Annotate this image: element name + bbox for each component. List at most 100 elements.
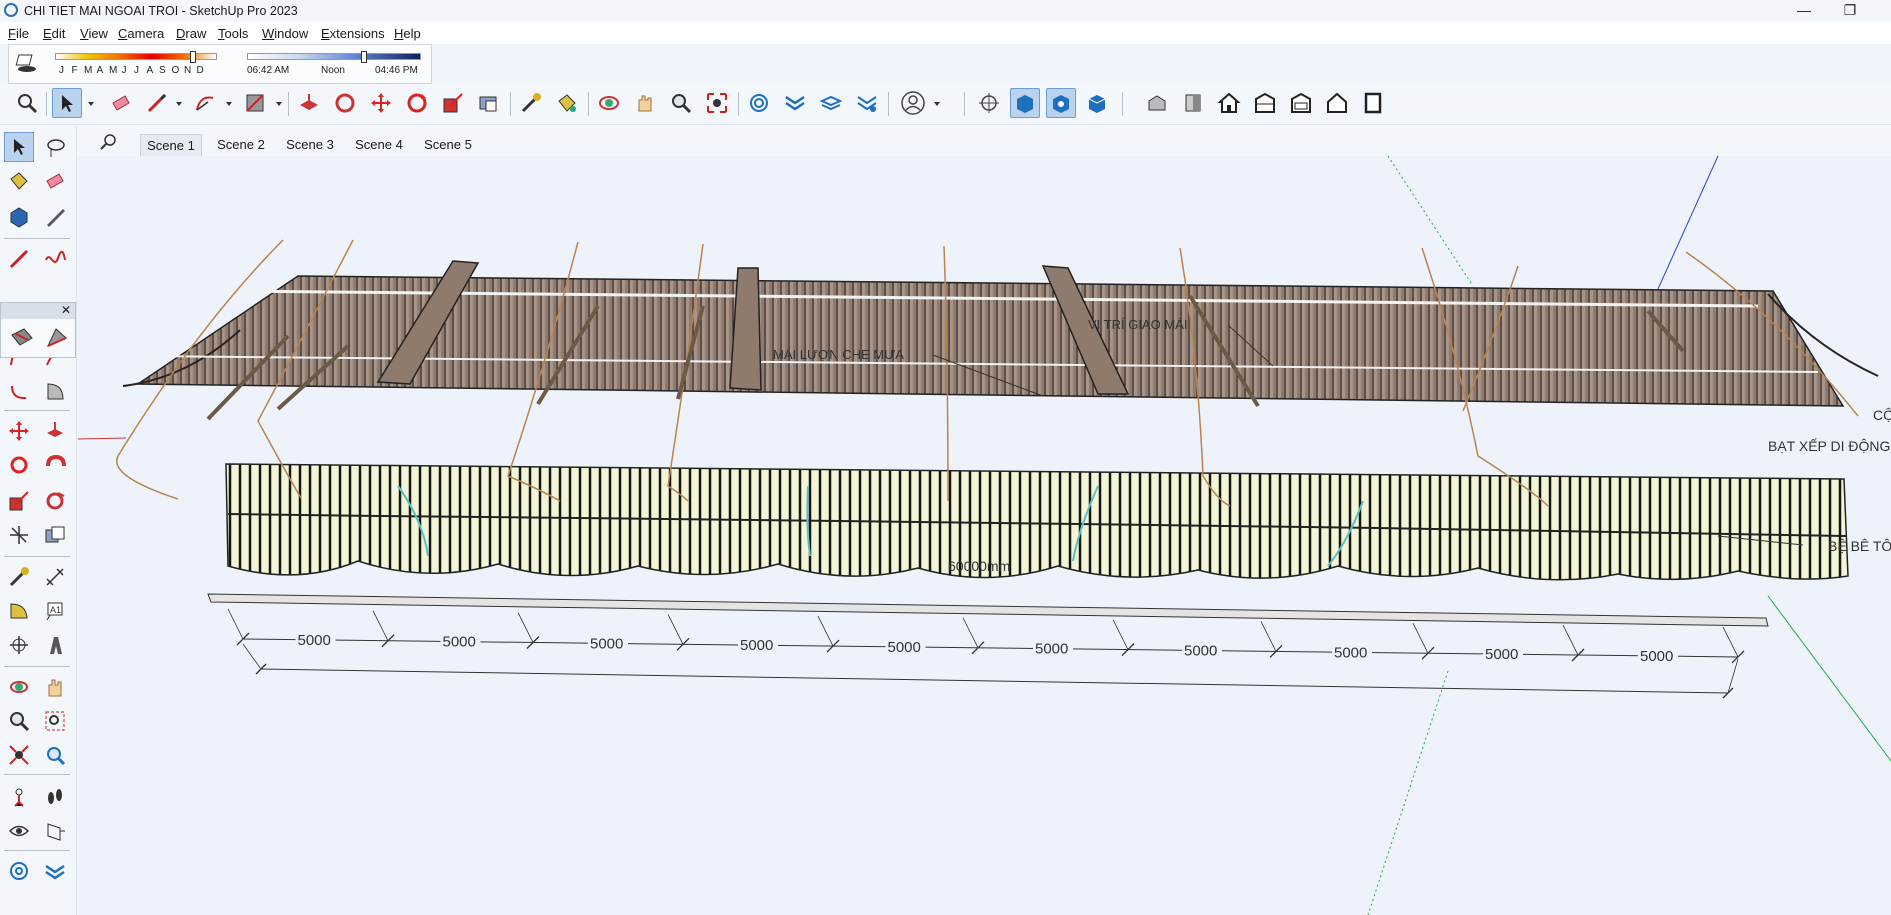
time-slider[interactable] [247, 51, 421, 63]
select-icon[interactable] [4, 132, 34, 162]
scene-tab-1[interactable]: Scene 1 [140, 134, 202, 157]
scene-tab-3[interactable]: Scene 3 [279, 134, 341, 156]
eraser-icon[interactable] [40, 166, 70, 196]
tag-tool-icon[interactable] [40, 202, 70, 232]
minimize-button[interactable]: — [1781, 0, 1827, 22]
menu-camera[interactable]: Camera [118, 26, 164, 41]
push-pull-icon[interactable] [40, 416, 70, 446]
scale-icon[interactable] [4, 486, 34, 516]
bottom-view-icon[interactable] [1358, 88, 1388, 118]
line-tool-icon[interactable] [142, 88, 172, 118]
follow-me-icon[interactable] [40, 450, 70, 480]
orbit-icon[interactable] [594, 88, 624, 118]
orbit-icon[interactable] [4, 672, 34, 702]
month-slider[interactable] [55, 51, 217, 63]
right-view-icon[interactable] [1250, 88, 1280, 118]
3d-text-icon[interactable] [40, 630, 70, 660]
rotate-icon[interactable] [402, 88, 432, 118]
menu-window[interactable]: Window [262, 26, 308, 41]
position-camera-icon[interactable] [4, 782, 34, 812]
display-section-fill-icon[interactable] [1082, 88, 1112, 118]
display-section-cuts-icon[interactable] [1046, 88, 1076, 118]
top-view-icon[interactable] [1178, 88, 1208, 118]
paint-bucket-icon[interactable] [552, 88, 582, 118]
offset-icon[interactable] [474, 88, 504, 118]
scene-search-icon[interactable] [98, 132, 120, 154]
scene-tab-2[interactable]: Scene 2 [210, 134, 272, 156]
eraser-icon[interactable] [106, 88, 136, 118]
menu-tools[interactable]: Tools [218, 26, 248, 41]
scene-tab-4[interactable]: Scene 4 [348, 134, 410, 156]
tape-measure-icon[interactable] [516, 88, 546, 118]
menu-file[interactable]: File [8, 26, 29, 41]
extension-manager-icon[interactable] [852, 88, 882, 118]
warehouse-icon[interactable] [4, 856, 34, 886]
rotate-icon[interactable] [4, 450, 34, 480]
solid-tools-icon[interactable] [40, 520, 70, 550]
menu-draw[interactable]: Draw [176, 26, 206, 41]
warehouse-icon[interactable] [744, 88, 774, 118]
menu-view[interactable]: View [80, 26, 108, 41]
walk-icon[interactable] [40, 782, 70, 812]
protractor-icon[interactable] [4, 596, 34, 626]
section-plane-icon[interactable] [974, 88, 1004, 118]
lasso-select-icon[interactable] [40, 132, 70, 162]
zoom-extents-icon[interactable] [702, 88, 732, 118]
dimension-line [1727, 658, 1739, 694]
shapes-tool-icon[interactable] [240, 88, 270, 118]
freehand-icon[interactable] [40, 244, 70, 274]
menu-edit[interactable]: Edit [43, 26, 65, 41]
scene-tab-5[interactable]: Scene 5 [417, 134, 479, 156]
total-dimension-label: 60000mm [948, 558, 1010, 574]
account-icon[interactable] [898, 88, 928, 118]
look-around-icon[interactable] [4, 816, 34, 846]
pan-icon[interactable] [40, 672, 70, 702]
rotated-rectangle-icon[interactable] [41, 323, 71, 353]
zoom-window-icon[interactable] [40, 706, 70, 736]
line-tool-icon[interactable] [4, 244, 34, 274]
menu-extensions[interactable]: Extensions [321, 26, 385, 41]
move-icon[interactable] [4, 416, 34, 446]
pie-icon[interactable] [40, 376, 70, 406]
close-icon[interactable]: ✕ [61, 303, 71, 317]
extension-warehouse-icon[interactable] [40, 856, 70, 886]
restore-button[interactable]: ❐ [1827, 0, 1873, 22]
section-plane-icon[interactable] [40, 816, 70, 846]
menu-help[interactable]: Help [394, 26, 421, 41]
layout-icon[interactable] [816, 88, 846, 118]
left-view-icon[interactable] [1322, 88, 1352, 118]
push-pull-icon[interactable] [294, 88, 324, 118]
paint-bucket-icon[interactable] [4, 166, 34, 196]
tape-measure-icon[interactable] [4, 562, 34, 592]
search-icon[interactable] [12, 88, 42, 118]
3d-viewport[interactable]: MÁI LƯỢN CHE MƯA VỊ TRÍ GIAO MÁI CỘ BẠT … [78, 156, 1891, 915]
shadow-toggle-icon[interactable] [15, 51, 39, 75]
select-tool-icon[interactable] [52, 88, 82, 118]
arc-tool-icon[interactable] [190, 88, 220, 118]
pan-icon[interactable] [630, 88, 660, 118]
front-view-icon[interactable] [1214, 88, 1244, 118]
axes-icon[interactable] [4, 630, 34, 660]
rectangle-tool-icon[interactable] [7, 323, 37, 353]
intersect-icon[interactable] [4, 520, 34, 550]
make-component-icon[interactable] [4, 202, 34, 232]
extension-warehouse-icon[interactable] [780, 88, 810, 118]
zoom-icon[interactable] [666, 88, 696, 118]
zoom-icon[interactable] [4, 706, 34, 736]
move-icon[interactable] [366, 88, 396, 118]
month-tick-label: A [146, 65, 154, 76]
month-slider-thumb[interactable] [190, 51, 197, 63]
zoom-extents-icon[interactable] [4, 740, 34, 770]
text-tool-icon[interactable]: A1 [40, 596, 70, 626]
three-point-arc-icon[interactable] [4, 376, 34, 406]
time-slider-thumb[interactable] [360, 51, 367, 63]
dimension-icon[interactable] [40, 562, 70, 592]
scene-tabs-bar: Scene 1 Scene 2 Scene 3 Scene 4 Scene 5 [78, 126, 1891, 157]
offset-icon[interactable] [40, 486, 70, 516]
iso-view-icon[interactable] [1142, 88, 1172, 118]
display-section-planes-icon[interactable] [1010, 88, 1040, 118]
previous-view-icon[interactable] [40, 740, 70, 770]
follow-me-icon[interactable] [330, 88, 360, 118]
back-view-icon[interactable] [1286, 88, 1316, 118]
scale-icon[interactable] [438, 88, 468, 118]
